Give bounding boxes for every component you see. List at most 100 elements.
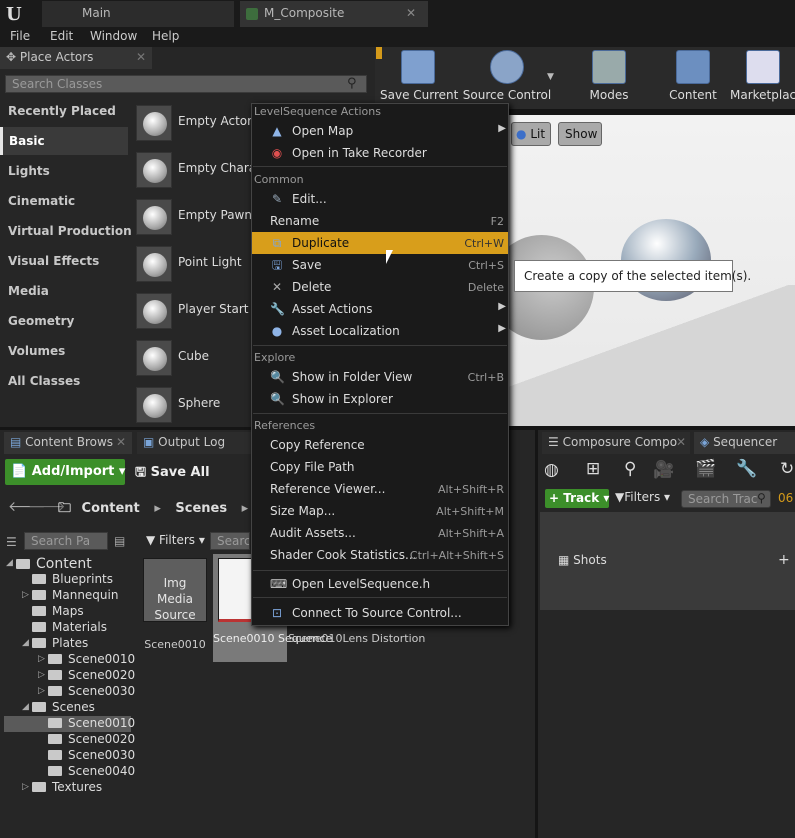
show-button[interactable]: Show: [558, 122, 602, 146]
actor-item[interactable]: Sphere: [132, 381, 248, 428]
sequencer-filters-button[interactable]: ▼Filters ▾: [615, 490, 670, 504]
tree-folder-scene0020[interactable]: Scene0020: [4, 732, 135, 748]
tree-folder-scene0040[interactable]: Scene0040: [4, 764, 135, 780]
menu-connect-source-control[interactable]: ⊡ Connect To Source Control...: [252, 602, 508, 624]
expanded-triangle-icon[interactable]: ◢: [6, 558, 13, 568]
tree-folder-textures[interactable]: ▷ Textures: [4, 780, 131, 796]
menu-window[interactable]: Window: [90, 29, 137, 43]
category-geometry[interactable]: Geometry: [0, 307, 128, 335]
actor-item[interactable]: Player Start: [132, 287, 248, 334]
tab-main[interactable]: Main: [42, 1, 234, 27]
content-browser-tab[interactable]: ▤ Content Brows ✕: [4, 432, 132, 454]
menu-delete[interactable]: ✕ Delete Delete: [252, 276, 508, 298]
tree-folder-scene0010[interactable]: ▷ Scene0010: [4, 652, 135, 668]
marketplace-button[interactable]: Marketplace: [730, 50, 795, 106]
collapsed-triangle-icon[interactable]: ▷: [38, 654, 45, 664]
menu-open-header[interactable]: ⌨ Open LevelSequence.h: [252, 573, 508, 595]
loop-icon[interactable]: ↻: [780, 459, 794, 479]
expanded-triangle-icon[interactable]: ◢: [22, 702, 29, 712]
source-control-button[interactable]: Source Control: [462, 50, 552, 106]
close-tab-icon[interactable]: ✕: [676, 435, 686, 449]
tree-folder-scene0010[interactable]: Scene0010: [4, 716, 135, 732]
menu-reference-viewer[interactable]: Reference Viewer... Alt+Shift+R: [252, 478, 508, 500]
menu-show-in-explorer[interactable]: 🔍 Show in Explorer: [252, 388, 508, 410]
menu-help[interactable]: Help: [152, 29, 179, 43]
close-tab-icon[interactable]: ✕: [406, 6, 416, 20]
tree-folder-content[interactable]: ◢ Content: [4, 556, 131, 572]
category-volumes[interactable]: Volumes: [0, 337, 128, 365]
actor-item[interactable]: Point Light: [132, 240, 248, 287]
save-current-button[interactable]: Save Current: [380, 50, 458, 106]
actor-item[interactable]: Empty Actor: [132, 99, 252, 146]
tree-folder-scene0030[interactable]: Scene0030: [4, 748, 135, 764]
category-all-classes[interactable]: All Classes: [0, 367, 128, 395]
clapper-icon[interactable]: 🎬: [695, 459, 716, 479]
category-recently-placed[interactable]: Recently Placed: [0, 97, 128, 125]
category-visual-effects[interactable]: Visual Effects: [0, 247, 128, 275]
search-assets-input[interactable]: Search: [210, 532, 250, 550]
collapsed-triangle-icon[interactable]: ▷: [38, 670, 45, 680]
search-classes-input[interactable]: Search Classes: [5, 75, 367, 93]
tree-folder-maps[interactable]: Maps: [4, 604, 131, 620]
menu-shader-cook-statistics[interactable]: Shader Cook Statistics... Ctrl+Alt+Shift+…: [252, 544, 508, 566]
tree-folder-blueprints[interactable]: Blueprints: [4, 572, 131, 588]
filters-button[interactable]: ▼ Filters ▾: [146, 533, 205, 547]
composure-tab[interactable]: ☰ Composure Compo ✕: [542, 432, 690, 454]
menu-asset-localization[interactable]: ● Asset Localization ▶: [252, 320, 508, 342]
output-log-tab[interactable]: ▣ Output Log: [137, 432, 255, 454]
actor-item[interactable]: Cube: [132, 334, 248, 381]
actor-item[interactable]: Empty Chara: [132, 146, 256, 193]
shots-track[interactable]: ▦ Shots: [558, 553, 607, 567]
menu-open-map[interactable]: ▲ Open Map ▶: [252, 120, 508, 142]
menu-show-in-folder-view[interactable]: 🔍 Show in Folder View Ctrl+B: [252, 366, 508, 388]
wrench-icon[interactable]: 🔧: [736, 459, 757, 479]
menu-audit-assets[interactable]: Audit Assets... Alt+Shift+A: [252, 522, 508, 544]
menu-edit[interactable]: ✎ Edit...: [252, 188, 508, 210]
menu-open-take-recorder[interactable]: ◉ Open in Take Recorder: [252, 142, 508, 164]
menu-size-map[interactable]: Size Map... Alt+Shift+M: [252, 500, 508, 522]
search-paths-input[interactable]: Search Pa: [24, 532, 108, 550]
add-import-button[interactable]: 📄 Add/Import ▾: [5, 459, 125, 485]
add-shot-icon[interactable]: +: [778, 552, 790, 568]
lit-button[interactable]: ● Lit: [511, 122, 551, 146]
category-basic[interactable]: Basic: [0, 127, 128, 155]
menu-rename[interactable]: Rename F2: [252, 210, 508, 232]
menu-copy-reference[interactable]: Copy Reference: [252, 434, 508, 456]
tree-folder-scenes[interactable]: ◢ Scenes: [4, 700, 131, 716]
view-options-icon[interactable]: ▤: [114, 534, 125, 548]
category-cinematic[interactable]: Cinematic: [0, 187, 128, 215]
collapsed-triangle-icon[interactable]: ▷: [38, 686, 45, 696]
tab-m-composite[interactable]: M_Composite ✕: [240, 1, 428, 27]
category-lights[interactable]: Lights: [0, 157, 128, 185]
breadcrumb-content[interactable]: Content: [82, 501, 140, 516]
actor-item[interactable]: Empty Pawn: [132, 193, 252, 240]
collapsed-triangle-icon[interactable]: ▷: [22, 590, 29, 600]
tree-folder-mannequin[interactable]: ▷ Mannequin: [4, 588, 131, 604]
sequencer-tab[interactable]: ◈ Sequencer: [694, 432, 795, 454]
menu-copy-file-path[interactable]: Copy File Path: [252, 456, 508, 478]
expanded-triangle-icon[interactable]: ◢: [22, 638, 29, 648]
tree-folder-scene0030[interactable]: ▷ Scene0030: [4, 684, 135, 700]
save-icon[interactable]: ⊞: [586, 459, 600, 479]
menu-edit[interactable]: Edit: [50, 29, 73, 43]
modes-button[interactable]: Modes: [582, 50, 636, 106]
close-panel-icon[interactable]: ✕: [136, 50, 146, 64]
search-icon[interactable]: ⚲: [624, 459, 636, 479]
camera-icon[interactable]: 🎥: [653, 460, 674, 480]
menu-duplicate[interactable]: ⧉ Duplicate Ctrl+W: [252, 232, 508, 254]
tree-folder-plates[interactable]: ◢ Plates: [4, 636, 131, 652]
save-all-button[interactable]: 🖫 Save All: [135, 463, 210, 485]
content-button[interactable]: Content: [666, 50, 720, 106]
breadcrumb-scenes[interactable]: Scenes: [175, 501, 227, 516]
menu-save[interactable]: 🖫 Save Ctrl+S: [252, 254, 508, 276]
tree-folder-scene0020[interactable]: ▷ Scene0020: [4, 668, 135, 684]
menu-asset-actions[interactable]: 🔧 Asset Actions ▶: [252, 298, 508, 320]
close-tab-icon[interactable]: ✕: [116, 435, 126, 449]
category-media[interactable]: Media: [0, 277, 128, 305]
asset-thumb-img-media-source[interactable]: Img Media Source: [143, 558, 207, 622]
source-control-dropdown-icon[interactable]: ▼: [547, 72, 554, 82]
tree-toggle-icon[interactable]: ☰: [6, 535, 17, 549]
menu-file[interactable]: File: [10, 29, 30, 43]
world-icon[interactable]: ◍: [544, 460, 559, 480]
category-virtual-production[interactable]: Virtual Production: [0, 217, 132, 245]
